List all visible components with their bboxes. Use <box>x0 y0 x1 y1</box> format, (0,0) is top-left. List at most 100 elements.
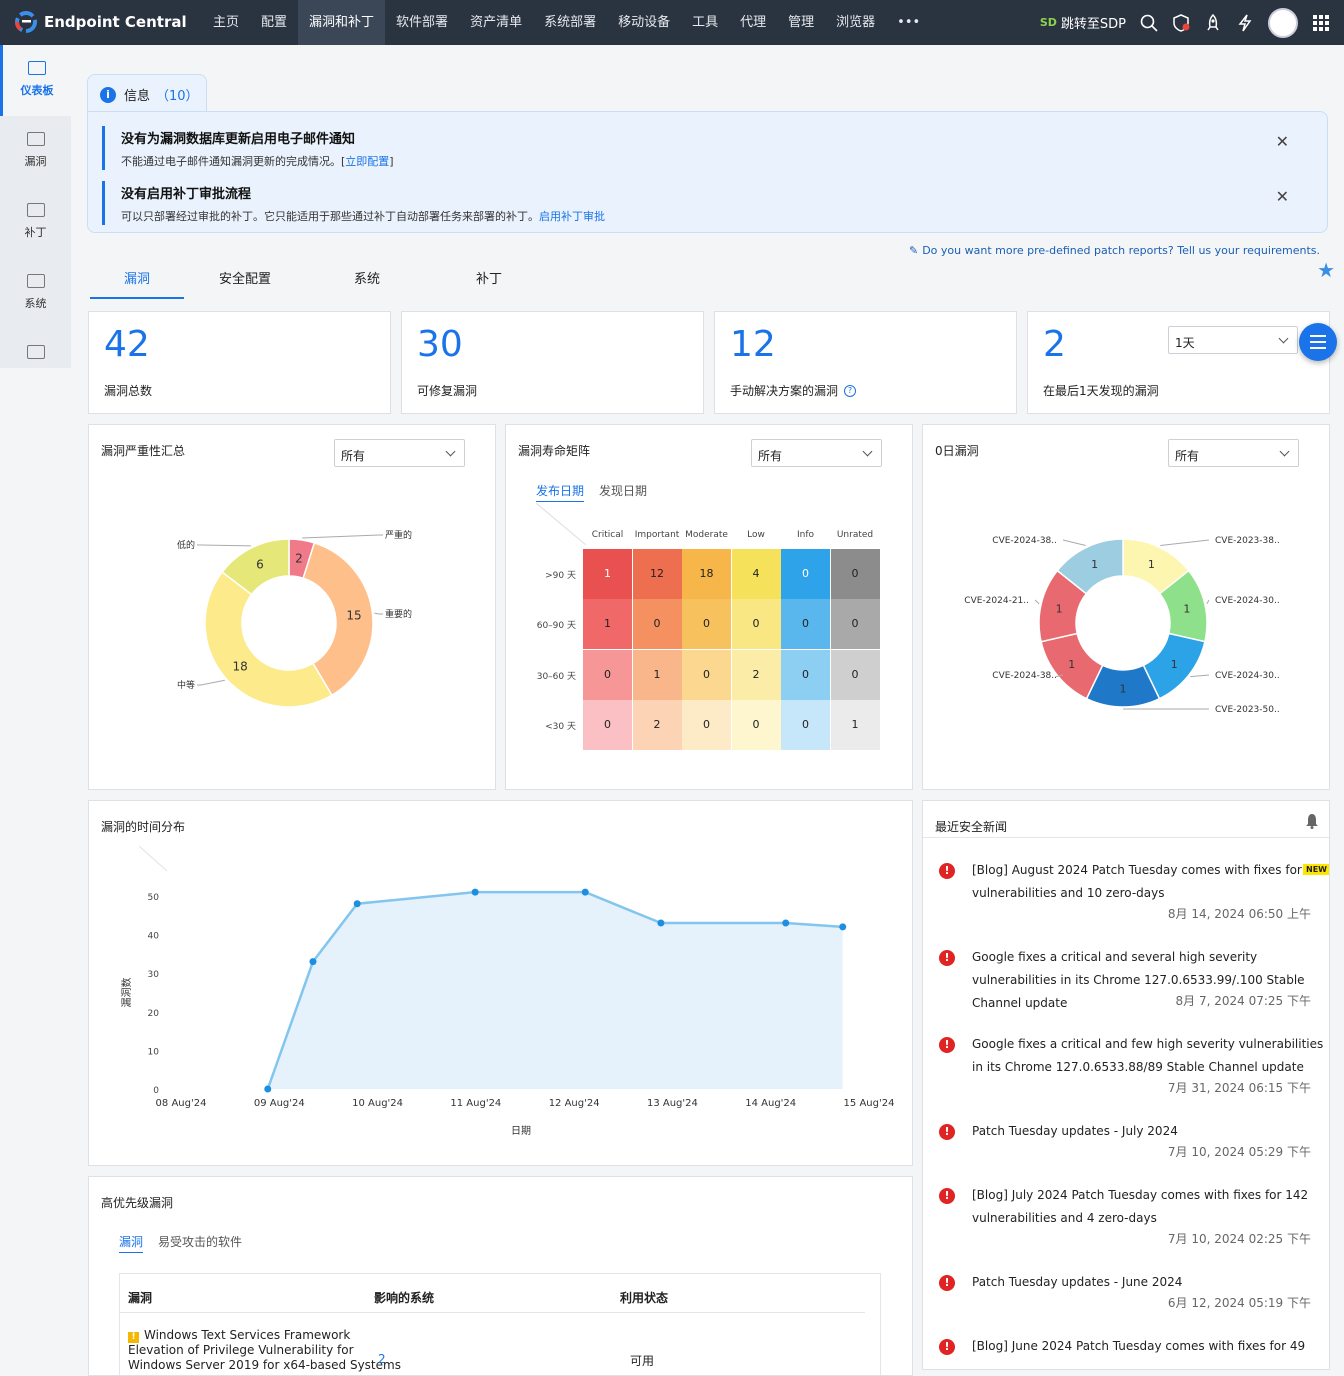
subtab-vulnerabilities[interactable]: 漏洞 <box>119 1233 144 1253</box>
subtab-release-date[interactable]: 发布日期 <box>536 482 585 502</box>
sidebar-item-dashboard[interactable]: 仪表板 <box>0 45 71 116</box>
news-title[interactable]: [Blog] August 2024 Patch Tuesday comes w… <box>972 859 1329 905</box>
nav-item[interactable]: 管理 <box>777 0 825 45</box>
column-header[interactable]: 影响的系统 <box>374 1289 434 1306</box>
matrix-cell[interactable]: 0 <box>682 599 731 650</box>
subtab-discovery-date[interactable]: 发现日期 <box>599 482 647 502</box>
news-item[interactable]: ! [Blog] August 2024 Patch Tuesday comes … <box>935 859 1329 946</box>
nav-item[interactable]: 漏洞和补丁 <box>298 0 386 45</box>
kpi-fixable-vulns[interactable]: 30 可修复漏洞 <box>401 311 704 414</box>
matrix-cell[interactable]: 0 <box>781 549 830 599</box>
bell-icon[interactable] <box>1305 813 1319 832</box>
news-title[interactable]: [Blog] June 2024 Patch Tuesday comes wit… <box>972 1335 1329 1358</box>
nav-item[interactable]: 资产清单 <box>459 0 533 45</box>
matrix-cell[interactable]: 0 <box>632 599 682 650</box>
data-point[interactable] <box>471 888 479 896</box>
data-point[interactable] <box>264 1085 272 1093</box>
news-title[interactable]: [Blog] July 2024 Patch Tuesday comes wit… <box>972 1184 1329 1230</box>
close-icon[interactable]: ✕ <box>1276 187 1289 206</box>
tab-patches[interactable]: 补丁 <box>428 260 550 299</box>
matrix-cell[interactable]: 12 <box>632 549 682 599</box>
matrix-cell[interactable]: 1 <box>583 599 632 650</box>
tab-vulnerabilities[interactable]: 漏洞 <box>90 260 184 299</box>
tab-systems[interactable]: 系统 <box>306 260 428 299</box>
sidebar-item-patches[interactable]: 补丁 <box>0 187 71 258</box>
sidebar-item-settings[interactable] <box>0 329 71 369</box>
kpi-total-vulns[interactable]: 42 漏洞总数 <box>88 311 391 414</box>
tab-security-config[interactable]: 安全配置 <box>184 260 306 299</box>
news-title[interactable]: Patch Tuesday updates - July 2024 <box>972 1120 1329 1143</box>
news-item[interactable]: ! [Blog] June 2024 Patch Tuesday comes wi… <box>935 1335 1329 1369</box>
matrix-cell[interactable]: 0 <box>731 699 781 750</box>
apps-grid-icon[interactable] <box>1312 14 1330 32</box>
column-header[interactable]: 利用状态 <box>620 1289 668 1306</box>
matrix-cell[interactable]: 0 <box>781 599 830 650</box>
zeroday-filter-select[interactable]: 所有 <box>1168 439 1299 467</box>
jump-to-sdp-link[interactable]: SD 跳转至SDP <box>1040 13 1126 32</box>
enable-approval-link[interactable]: 启用补丁审批 <box>539 210 605 223</box>
matrix-cell[interactable]: 2 <box>632 699 682 750</box>
lightning-icon[interactable] <box>1236 14 1254 32</box>
matrix-cell[interactable]: 2 <box>731 649 781 700</box>
menu-fab-button[interactable] <box>1299 323 1337 361</box>
nav-item[interactable]: 软件部署 <box>385 0 459 45</box>
configure-now-link[interactable]: 立即配置 <box>345 155 389 168</box>
news-item[interactable]: ! [Blog] July 2024 Patch Tuesday comes wi… <box>935 1184 1329 1271</box>
matrix-cell[interactable]: 4 <box>731 549 781 599</box>
help-icon[interactable]: ? <box>844 384 857 397</box>
rocket-icon[interactable] <box>1204 13 1222 32</box>
severity-filter-select[interactable]: 所有 <box>334 439 465 467</box>
column-header[interactable]: 漏洞 <box>128 1289 152 1306</box>
news-title[interactable]: Patch Tuesday updates - June 2024 <box>972 1271 1329 1294</box>
data-point[interactable] <box>309 958 317 966</box>
matrix-cell[interactable]: 0 <box>731 599 781 650</box>
matrix-cell[interactable]: 1 <box>830 699 880 750</box>
news-item[interactable]: ! Google fixes a critical and several hig… <box>935 946 1329 1033</box>
matrix-cell[interactable]: 0 <box>830 649 880 700</box>
matrix-cell[interactable]: 0 <box>682 699 731 750</box>
matrix-cell[interactable]: 0 <box>830 549 880 599</box>
news-item[interactable]: ! Patch Tuesday updates - July 2024 7月 10,… <box>935 1120 1329 1184</box>
kpi-manual-vulns[interactable]: 12 手动解决方案的漏洞? <box>714 311 1017 414</box>
matrix-cell[interactable]: 0 <box>781 649 830 700</box>
shield-alert-icon[interactable] <box>1172 13 1190 32</box>
search-icon[interactable] <box>1140 14 1158 32</box>
matrix-cell[interactable]: 0 <box>781 699 830 750</box>
matrix-cell[interactable]: 1 <box>632 649 682 700</box>
nav-item[interactable]: 移动设备 <box>607 0 681 45</box>
matrix-cell[interactable]: 0 <box>682 649 731 700</box>
news-title[interactable]: Google fixes a critical and few high sev… <box>972 1033 1329 1079</box>
star-icon[interactable]: ★ <box>1317 258 1335 282</box>
matrix-cell[interactable]: 0 <box>583 699 632 750</box>
info-tab[interactable]: i 信息 （10） <box>87 74 207 114</box>
data-point[interactable] <box>657 919 665 927</box>
matrix-cell[interactable]: 18 <box>682 549 731 599</box>
subtab-vulnerable-software[interactable]: 易受攻击的软件 <box>158 1233 242 1253</box>
matrix-cell[interactable]: 0 <box>830 599 880 650</box>
more-icon[interactable]: ••• <box>886 0 931 45</box>
news-item[interactable]: ! Google fixes a critical and few high se… <box>935 1033 1329 1120</box>
matrix-cell[interactable]: 0 <box>583 649 632 700</box>
data-point[interactable] <box>839 923 847 931</box>
nav-item[interactable]: 主页 <box>202 0 250 45</box>
app-logo[interactable]: Endpoint Central <box>14 10 187 34</box>
nav-item[interactable]: 代理 <box>729 0 777 45</box>
table-row[interactable]: ! Windows Text Services Framework Elevati… <box>128 1328 401 1373</box>
data-point[interactable] <box>581 888 589 896</box>
data-point[interactable] <box>353 900 361 908</box>
sidebar-item-vulnerabilities[interactable]: 漏洞 <box>0 116 71 187</box>
nav-item[interactable]: 系统部署 <box>533 0 607 45</box>
nav-item[interactable]: 浏览器 <box>825 0 886 45</box>
user-avatar[interactable] <box>1268 7 1298 38</box>
data-point[interactable] <box>782 919 790 927</box>
nav-item[interactable]: 配置 <box>250 0 298 45</box>
request-reports-link[interactable]: ✎ Do you want more pre-defined patch repo… <box>909 244 1320 257</box>
kpi-recent-vulns[interactable]: 2 在最后1天发现的漏洞 1天 <box>1027 311 1330 414</box>
affected-systems-link[interactable]: 2 <box>378 1352 386 1366</box>
matrix-cell[interactable]: 1 <box>583 549 632 599</box>
close-icon[interactable]: ✕ <box>1276 132 1289 151</box>
sidebar-item-systems[interactable]: 系统 <box>0 258 71 329</box>
period-select[interactable]: 1天 <box>1168 326 1298 354</box>
matrix-filter-select[interactable]: 所有 <box>751 439 882 467</box>
news-item[interactable]: ! Patch Tuesday updates - June 2024 6月 12,… <box>935 1271 1329 1335</box>
